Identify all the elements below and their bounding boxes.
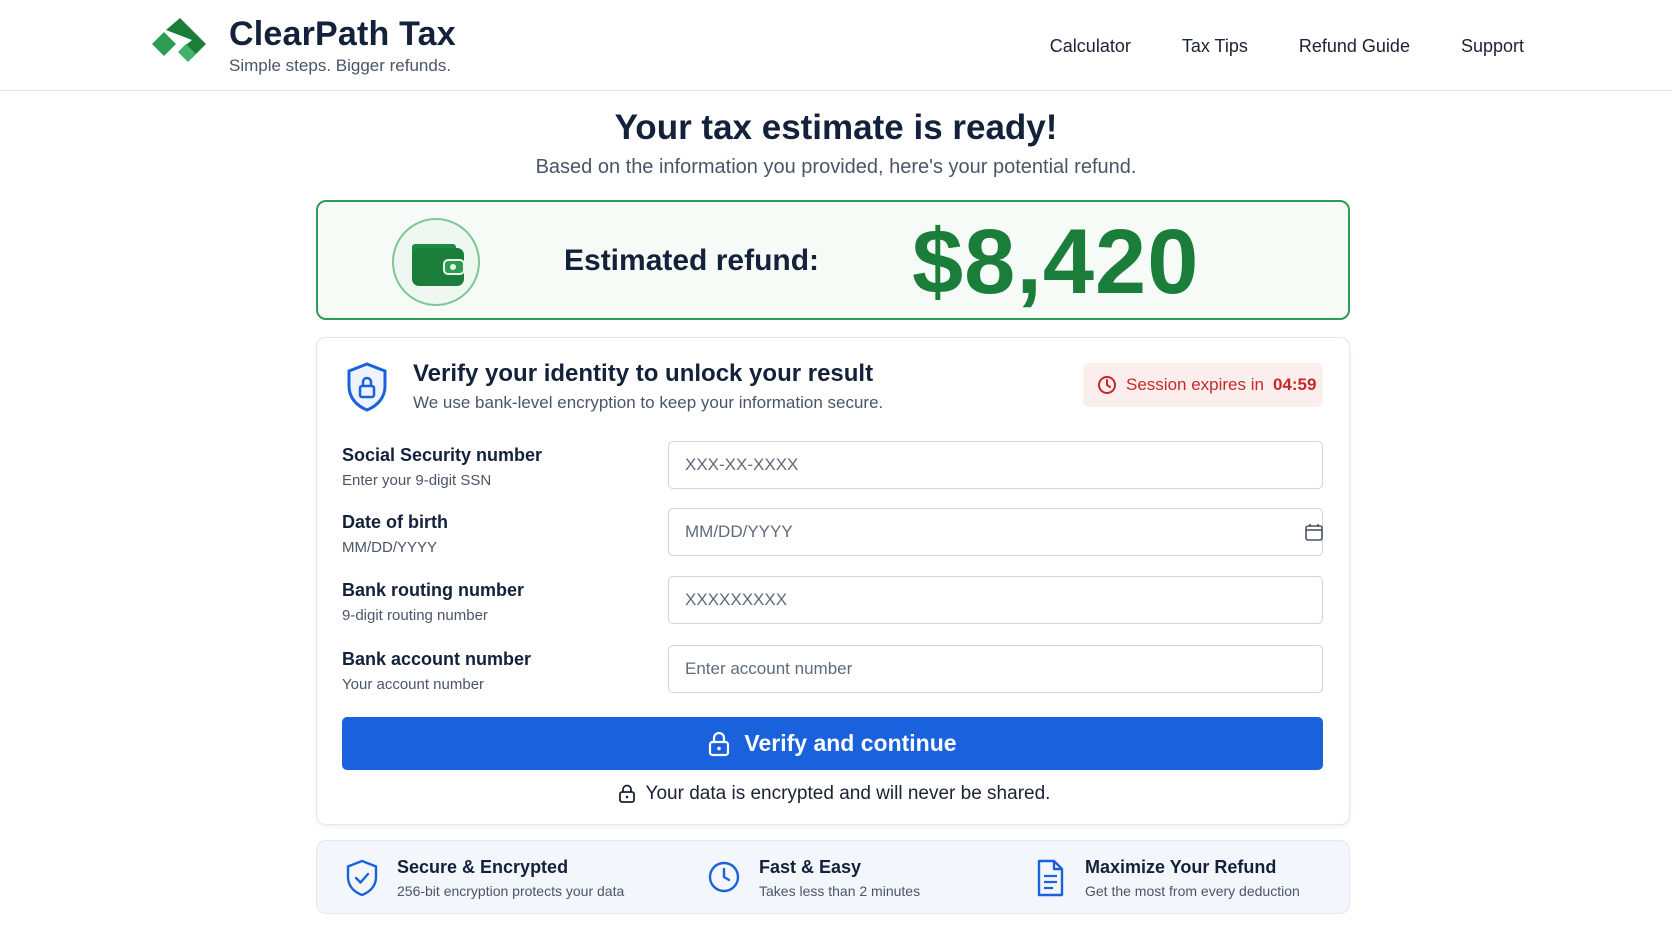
privacy-note: Your data is encrypted and will never be… <box>317 783 1351 805</box>
ssn-label: Social Security number <box>342 445 543 465</box>
routing-input[interactable] <box>668 576 1323 624</box>
shield-lock-icon <box>347 362 387 412</box>
feature-title: Maximize Your Refund <box>1085 857 1277 877</box>
wallet-icon-circle <box>392 218 480 306</box>
verify-button-label: Verify and continue <box>744 730 957 756</box>
feature-desc: 256-bit encryption protects your data <box>397 883 625 899</box>
ssn-input[interactable] <box>668 441 1323 489</box>
ssn-hint: Enter your 9-digit SSN <box>342 472 492 489</box>
account-hint: Your account number <box>342 676 485 693</box>
page-title: Your tax estimate is ready! <box>614 108 1058 147</box>
nav-support[interactable]: Support <box>1461 36 1524 57</box>
shield-check-icon <box>346 859 378 897</box>
site-header: ClearPath Tax Simple steps. Bigger refun… <box>0 0 1672 91</box>
dob-hint: MM/DD/YYYY <box>342 539 438 556</box>
account-label: Bank account number <box>342 649 532 669</box>
verify-title: Verify your identity to unlock your resu… <box>413 360 874 387</box>
features-strip: Secure & Encrypted 256-bit encryption pr… <box>316 840 1350 914</box>
main-nav: Calculator Tax Tips Refund Guide Support <box>1050 36 1524 57</box>
ssn-field-row: Social Security number Enter your 9-digi… <box>342 441 1326 491</box>
refund-summary-card: Estimated refund: $8,420 <box>316 200 1350 320</box>
nav-calculator[interactable]: Calculator <box>1050 36 1131 57</box>
dob-input[interactable] <box>668 508 1323 556</box>
feature-desc: Get the most from every deduction <box>1085 883 1300 899</box>
session-timer-badge: Session expires in 04:59 <box>1083 363 1323 407</box>
lock-icon <box>709 731 730 756</box>
brand-tagline: Simple steps. Bigger refunds. <box>229 56 452 75</box>
brand-name[interactable]: ClearPath Tax <box>229 15 456 54</box>
clearpath-logo-icon[interactable] <box>152 18 210 64</box>
routing-hint: 9-digit routing number <box>342 607 488 624</box>
refund-amount: $8,420 <box>912 211 1200 313</box>
routing-field-row: Bank routing number 9-digit routing numb… <box>342 576 1326 626</box>
clock-icon <box>1098 376 1116 394</box>
verify-identity-card: Verify your identity to unlock your resu… <box>316 337 1350 825</box>
session-label: Session expires in <box>1126 375 1264 394</box>
session-countdown: 04:59 <box>1272 375 1317 394</box>
feature-desc: Takes less than 2 minutes <box>759 883 921 899</box>
page-subtitle: Based on the information you provided, h… <box>535 156 1137 178</box>
feature-title: Fast & Easy <box>759 857 862 877</box>
clock-icon <box>708 861 740 893</box>
refund-label: Estimated refund: <box>564 244 820 277</box>
account-field-row: Bank account number Your account number <box>342 645 1326 695</box>
account-input[interactable] <box>668 645 1323 693</box>
routing-label: Bank routing number <box>342 580 525 600</box>
dob-label: Date of birth <box>342 512 448 532</box>
wallet-icon <box>412 244 465 286</box>
document-icon <box>1037 859 1064 897</box>
feature-title: Secure & Encrypted <box>397 857 569 877</box>
verify-subtitle: We use bank-level encryption to keep you… <box>413 393 884 412</box>
calendar-icon[interactable] <box>1304 522 1324 542</box>
nav-tax-tips[interactable]: Tax Tips <box>1182 36 1248 57</box>
nav-refund-guide[interactable]: Refund Guide <box>1299 36 1410 57</box>
dob-field-row: Date of birth MM/DD/YYYY <box>342 508 1326 558</box>
verify-continue-button[interactable]: Verify and continue <box>342 717 1323 770</box>
privacy-text: Your data is encrypted and will never be… <box>645 783 1051 804</box>
lock-icon <box>618 784 635 803</box>
